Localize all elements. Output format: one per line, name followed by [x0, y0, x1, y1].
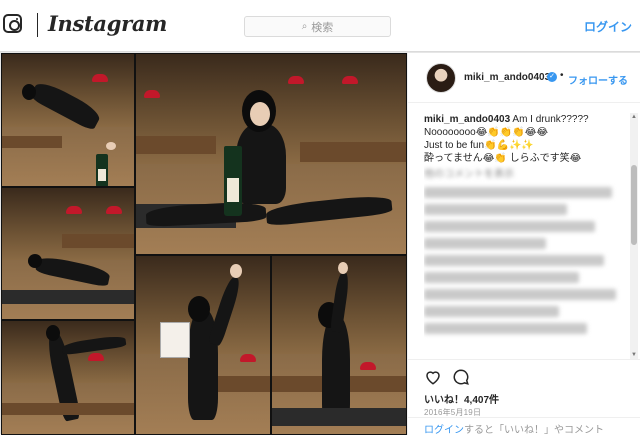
post-header: miki_m_ando0403 ✓ • フォローする	[408, 53, 640, 103]
comments-scrollbar[interactable]: ▲ ▼	[630, 113, 638, 359]
collage-tile	[1, 320, 135, 435]
like-count[interactable]: いいね！4,407件	[424, 391, 499, 406]
collage-tile	[135, 255, 271, 435]
search-placeholder: 検索	[311, 21, 334, 34]
scroll-down-arrow[interactable]: ▼	[630, 351, 638, 359]
blurred-comment	[424, 221, 596, 232]
post-sidebar: miki_m_ando0403 ✓ • フォローする miki_m_ando04…	[407, 53, 640, 435]
caption-first-line: miki_m_ando0403 Am I drunk?????	[424, 113, 628, 126]
post-photo-collage[interactable]	[1, 53, 407, 435]
comments-section[interactable]: miki_m_ando0403 Am I drunk????? Nooooooo…	[424, 113, 628, 359]
blurred-comment	[424, 204, 567, 215]
instagram-camera-icon[interactable]	[3, 14, 22, 33]
blurred-comment	[424, 187, 612, 198]
view-more-comments[interactable]: 他のコメントを表示	[424, 168, 628, 181]
heart-icon[interactable]	[424, 368, 442, 386]
top-bar: Instagram ⌕ 検索 ログイン	[0, 0, 640, 52]
collage-tile	[1, 187, 135, 320]
login-link[interactable]: ログイン	[584, 18, 632, 35]
caption-username[interactable]: miki_m_ando0403	[424, 114, 510, 125]
login-prompt: ログインすると「いいね！」やコメント	[408, 417, 640, 435]
owner-username[interactable]: miki_m_ando0403	[464, 72, 550, 83]
collage-tile	[135, 53, 407, 255]
instagram-wordmark[interactable]: Instagram	[48, 11, 167, 36]
caption-line: Just to be fun👏💪✨✨	[424, 140, 534, 151]
caption-line: Noooooooo😂👏👏👏😂😂	[424, 127, 549, 138]
caption-line: 酔ってません😂👏 しらふです笑😂	[424, 153, 582, 164]
scroll-thumb[interactable]	[631, 165, 637, 245]
blurred-comment	[424, 238, 547, 249]
blurred-comment	[424, 323, 588, 334]
follow-button[interactable]: フォローする	[568, 72, 628, 87]
comment-icon[interactable]	[452, 368, 470, 386]
blurred-comments: 他のコメントを表示	[424, 168, 628, 334]
blurred-comment	[424, 272, 580, 283]
collage-tile	[271, 255, 407, 435]
logo-divider	[37, 13, 38, 37]
separator-dot: •	[560, 70, 564, 81]
blurred-comment	[424, 289, 616, 300]
scroll-up-arrow[interactable]: ▲	[630, 113, 638, 121]
post-card: miki_m_ando0403 ✓ • フォローする miki_m_ando04…	[0, 52, 640, 435]
search-input[interactable]: ⌕ 検索	[244, 16, 391, 37]
collage-tile	[1, 53, 135, 187]
search-icon: ⌕	[301, 21, 308, 32]
blurred-comment	[424, 306, 559, 317]
avatar[interactable]	[426, 63, 456, 93]
blurred-comment	[424, 255, 604, 266]
caption-text: Am I drunk?????	[512, 114, 589, 125]
verified-badge-icon: ✓	[547, 72, 557, 82]
